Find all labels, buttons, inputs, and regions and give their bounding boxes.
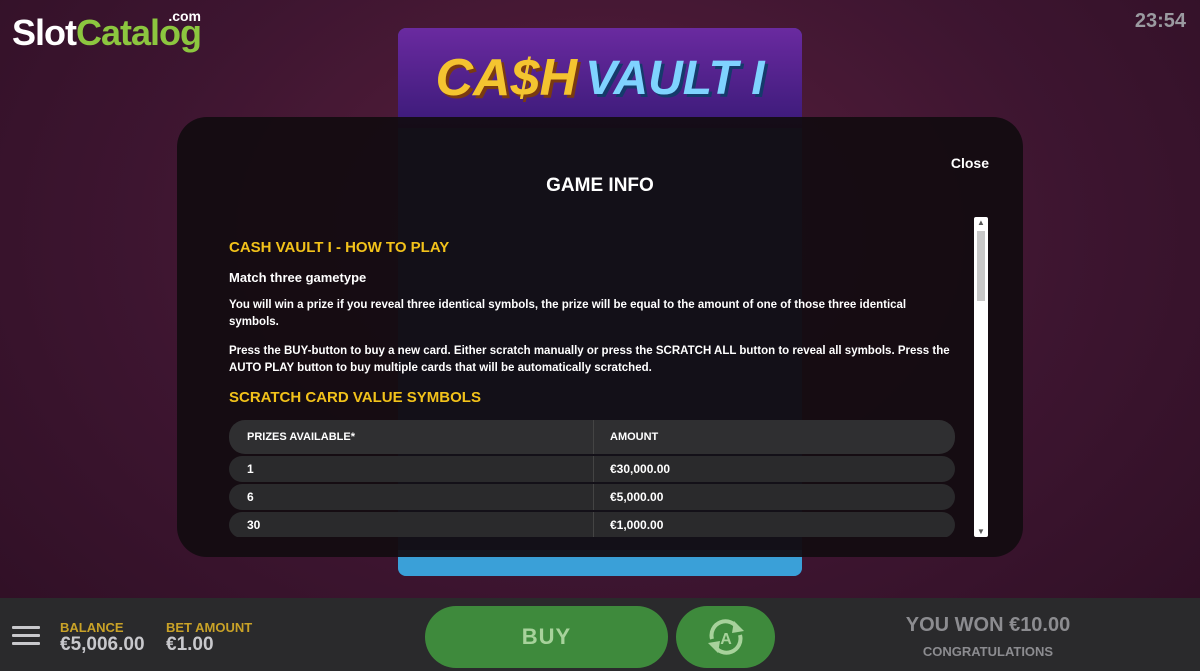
autoplay-button[interactable]: A	[676, 606, 775, 668]
balance-label: BALANCE	[60, 620, 124, 635]
amount-cell: €1,000.00	[593, 512, 955, 537]
prizes-cell: 1	[247, 462, 254, 476]
game-title-part2: VAULT I	[585, 51, 765, 105]
col-amount-header: AMOUNT	[593, 420, 955, 454]
clock: 23:54	[1134, 10, 1186, 32]
svg-text:A: A	[720, 631, 732, 648]
rules-paragraph-1: You will win a prize if you reveal three…	[229, 299, 907, 328]
prize-table: PRIZES AVAILABLE* AMOUNT 1 €30,000.00 6 …	[229, 420, 955, 537]
logo-com-text: .com	[168, 8, 202, 24]
win-amount-text: YOU WON €10.00	[905, 614, 1071, 636]
bet-amount-value[interactable]: €1.00	[166, 634, 214, 656]
scrollbar-thumb[interactable]	[977, 231, 985, 301]
hamburger-menu-icon[interactable]	[12, 626, 40, 650]
slotcatalog-logo: SlotCatalog .com	[12, 8, 202, 54]
prize-table-header: PRIZES AVAILABLE* AMOUNT	[229, 420, 955, 454]
logo-slot-text: Slot	[12, 12, 77, 53]
table-row: 6 €5,000.00	[229, 484, 955, 510]
rules-paragraph-2: Press the BUY-button to buy a new card. …	[229, 345, 950, 374]
scroll-down-arrow-icon[interactable]: ▼	[974, 527, 988, 536]
amount-cell: €5,000.00	[593, 484, 955, 510]
scroll-up-arrow-icon[interactable]: ▲	[974, 218, 988, 227]
table-row: 30 €1,000.00	[229, 512, 955, 537]
prizes-cell: 30	[247, 518, 261, 532]
close-button[interactable]: Close	[951, 155, 989, 171]
amount-cell: €30,000.00	[593, 456, 955, 482]
bottom-control-bar: BALANCE €5,006.00 BET AMOUNT €1.00 BUY A…	[0, 598, 1200, 671]
balance-value: €5,006.00	[60, 634, 145, 655]
buy-button[interactable]: BUY	[425, 606, 668, 668]
autoplay-icon: A	[707, 619, 744, 655]
game-info-modal: GAME INFO Close CASH VAULT I - HOW TO PL…	[177, 117, 1023, 557]
table-row: 1 €30,000.00	[229, 456, 955, 482]
prizes-cell: 6	[247, 490, 254, 504]
col-prizes-header: PRIZES AVAILABLE*	[247, 431, 355, 443]
vertical-scrollbar[interactable]: ▲ ▼	[974, 217, 988, 537]
game-logo-banner: CA$H VAULT I	[398, 28, 802, 128]
game-title-part1: CA$H	[435, 49, 578, 107]
symbols-heading: SCRATCH CARD VALUE SYMBOLS	[229, 389, 481, 406]
modal-title: GAME INFO	[546, 175, 654, 196]
how-to-play-heading: CASH VAULT I - HOW TO PLAY	[229, 239, 450, 256]
gametype-text: Match three gametype	[229, 270, 367, 285]
congratulations-text: CONGRATULATIONS	[922, 644, 1054, 659]
bet-amount-label: BET AMOUNT	[166, 620, 253, 635]
info-scroll-area[interactable]: CASH VAULT I - HOW TO PLAY Match three g…	[229, 217, 957, 537]
